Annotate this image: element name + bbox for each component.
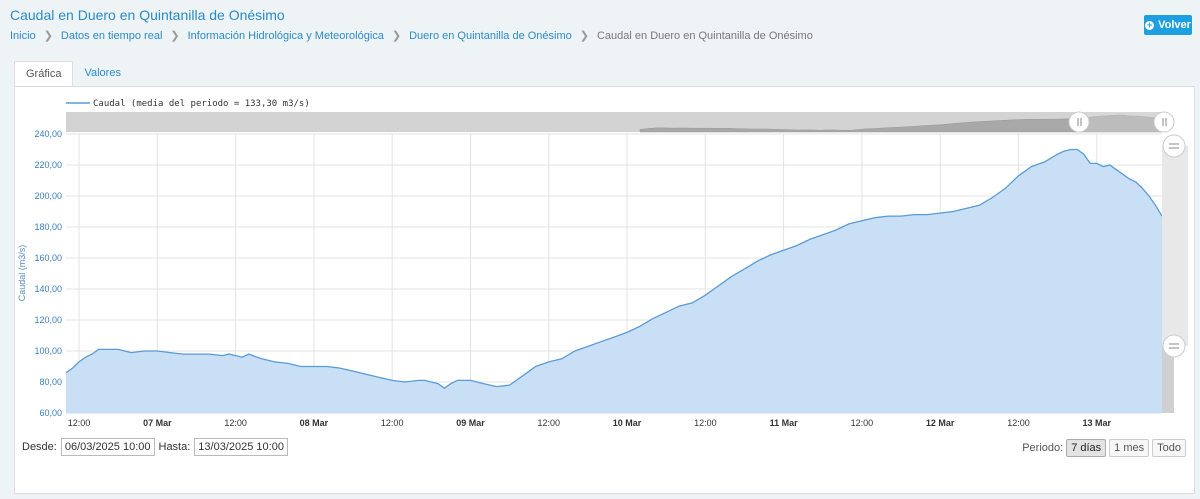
y-tick-label: 120,00: [34, 315, 62, 325]
y-tick-label: 200,00: [34, 191, 62, 201]
vertical-scrollbar-thumb[interactable]: [1162, 146, 1188, 346]
y-tick-label: 100,00: [34, 346, 62, 356]
x-tick-label: 12:00: [68, 418, 91, 428]
y-tick-label: 140,00: [34, 284, 62, 294]
navigator-selected-range[interactable]: [1079, 112, 1162, 132]
x-axis-ticks: 12:00 07 Mar 12:00 08 Mar 12:00 09 Mar 12:00 10…: [68, 418, 1112, 428]
x-tick-label: 10 Mar: [613, 418, 642, 428]
x-tick-label: 12:00: [224, 418, 247, 428]
to-label: Hasta:: [158, 441, 191, 453]
y-tick-label: 60,00: [39, 408, 62, 418]
y-axis-title: Caudal (m3/s): [17, 245, 27, 302]
x-tick-label: 09 Mar: [456, 418, 485, 428]
y-axis-ticks: 60,00 80,00 100,00 120,00 140,00 160,00 180,00…: [34, 129, 62, 418]
period-controls: Periodo: 7 días 1 mes Todo: [1022, 439, 1186, 457]
from-date-input[interactable]: 06/03/2025 10:00: [60, 438, 155, 456]
x-tick-label: 11 Mar: [770, 418, 799, 428]
x-tick-label: 12:00: [537, 418, 560, 428]
scrollbar-top-handle[interactable]: [1162, 134, 1186, 158]
x-tick-label: 12:00: [1007, 418, 1030, 428]
to-date-input[interactable]: 13/03/2025 10:00: [194, 438, 288, 456]
scrollbar-bottom-handle[interactable]: [1162, 334, 1186, 358]
x-tick-label: 12:00: [381, 418, 404, 428]
navigator-right-handle[interactable]: [1153, 111, 1175, 133]
x-tick-label: 13 Mar: [1082, 418, 1111, 428]
from-label: Desde:: [22, 441, 57, 453]
y-tick-label: 80,00: [39, 377, 62, 387]
x-tick-label: 12 Mar: [926, 418, 955, 428]
date-range-controls: Desde: 06/03/2025 10:00 Hasta: 13/03/202…: [22, 438, 288, 456]
x-tick-label: 12:00: [694, 418, 717, 428]
x-tick-label: 08 Mar: [300, 418, 329, 428]
x-tick-label: 07 Mar: [143, 418, 172, 428]
period-label: Periodo:: [1022, 442, 1064, 454]
y-tick-label: 240,00: [34, 129, 62, 139]
navigator-left-handle[interactable]: [1068, 111, 1090, 133]
x-tick-label: 12:00: [851, 418, 874, 428]
y-tick-label: 180,00: [34, 222, 62, 232]
period-button-1-month[interactable]: 1 mes: [1109, 439, 1150, 457]
flow-chart: Caudal (media del periodo = 133,30 m3/s)…: [17, 99, 1188, 428]
period-button-all[interactable]: Todo: [1152, 439, 1186, 457]
legend-label[interactable]: Caudal (media del periodo = 133,30 m3/s): [93, 99, 310, 109]
period-button-7-days[interactable]: 7 días: [1066, 439, 1107, 457]
y-tick-label: 160,00: [34, 253, 62, 263]
y-tick-label: 220,00: [34, 160, 62, 170]
